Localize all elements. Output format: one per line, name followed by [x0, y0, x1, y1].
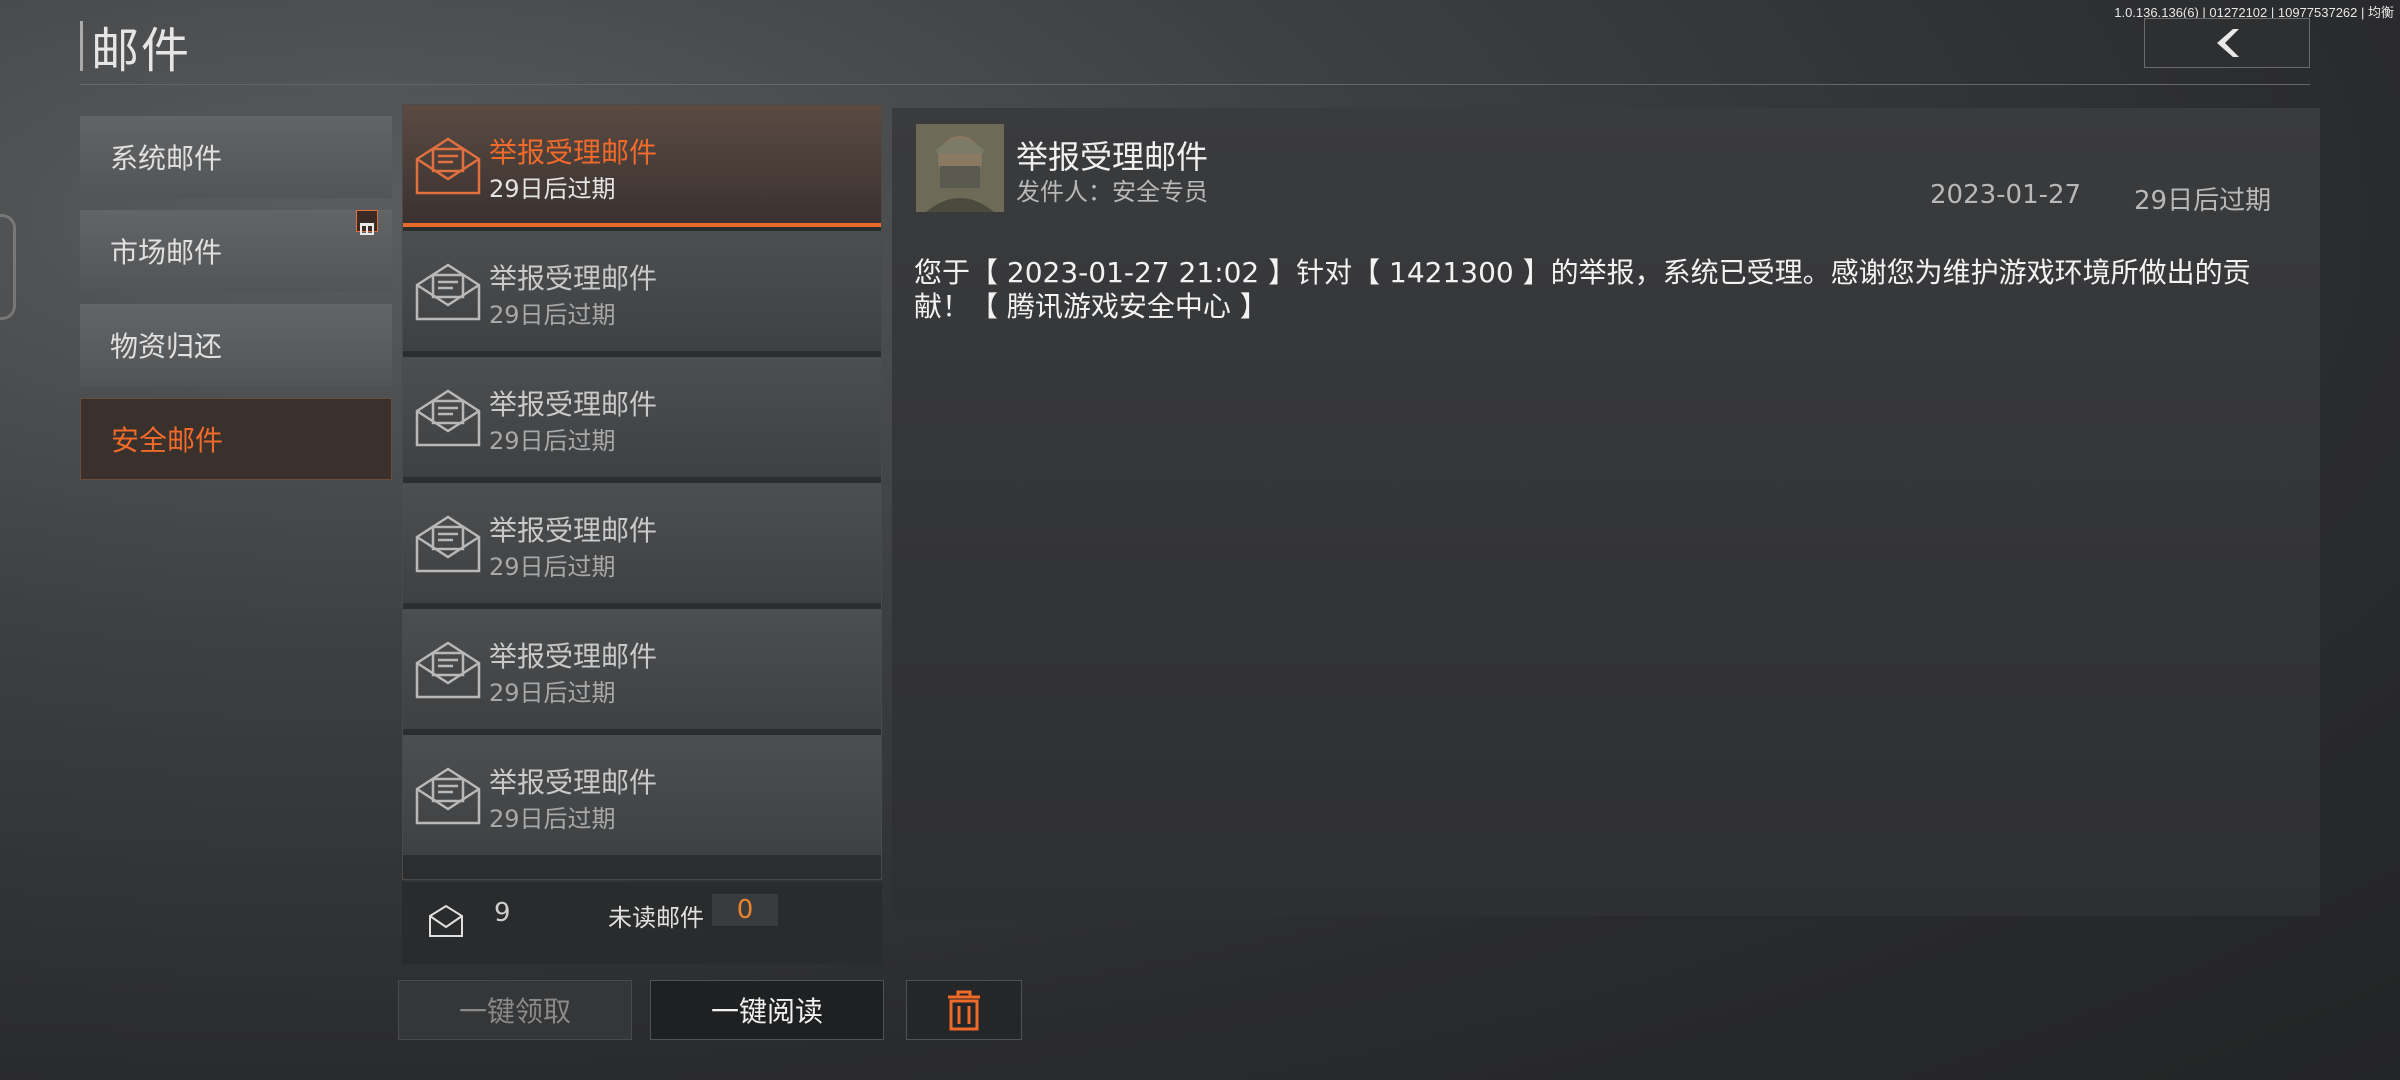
category-supply-return[interactable]: 物资归还	[80, 304, 392, 386]
mail-item[interactable]: 举报受理邮件 29日后过期	[403, 105, 881, 227]
back-button[interactable]	[2144, 18, 2310, 68]
envelope-icon	[415, 515, 481, 573]
envelope-icon	[415, 767, 481, 825]
back-arrow-icon	[2217, 29, 2239, 57]
detail-body: 您于【 2023-01-27 21:02 】针对【 1421300 】的举报，系…	[914, 256, 2251, 323]
mail-count-icon	[429, 904, 463, 937]
mail-list-footer: 9 未读邮件 0	[402, 882, 882, 964]
mail-title: 举报受理邮件	[489, 136, 658, 169]
trash-icon	[948, 990, 980, 1031]
header-divider	[80, 84, 2310, 85]
category-security-mail[interactable]: 安全邮件	[80, 398, 392, 480]
category-label: 安全邮件	[111, 424, 224, 457]
category-label: 市场邮件	[110, 236, 223, 269]
detail-expiry: 29日后过期	[2134, 186, 2272, 216]
mail-item[interactable]: 举报受理邮件 29日后过期	[403, 231, 881, 353]
claim-all-button[interactable]: 一键领取	[398, 980, 632, 1040]
page-title: 邮件	[91, 23, 192, 79]
category-system-mail[interactable]: 系统邮件	[80, 116, 392, 198]
mail-expiry: 29日后过期	[489, 679, 616, 707]
category-market-mail[interactable]: 市场邮件	[80, 210, 392, 292]
sender-name: 安全专员	[1112, 178, 1208, 206]
read-all-button[interactable]: 一键阅读	[650, 980, 884, 1040]
sender-avatar	[916, 124, 1004, 212]
envelope-icon	[415, 263, 481, 321]
delete-button[interactable]	[906, 980, 1022, 1040]
mail-item[interactable]: 举报受理邮件 29日后过期	[403, 609, 881, 731]
side-drawer-handle[interactable]	[0, 214, 16, 320]
gift-badge-icon	[356, 210, 378, 235]
mail-title: 举报受理邮件	[489, 262, 658, 295]
mail-title: 举报受理邮件	[489, 766, 658, 799]
mail-item[interactable]: 举报受理邮件 29日后过期	[403, 357, 881, 479]
mail-title: 举报受理邮件	[489, 514, 658, 547]
unread-count: 0	[712, 894, 778, 926]
envelope-icon	[415, 641, 481, 699]
mail-item[interactable]: 举报受理邮件 29日后过期	[403, 483, 881, 605]
mail-count: 9	[494, 898, 511, 928]
mail-expiry: 29日后过期	[489, 553, 616, 581]
unread-label: 未读邮件	[608, 904, 704, 932]
page-header: 邮件	[80, 18, 191, 79]
mail-title: 举报受理邮件	[489, 388, 658, 421]
category-label: 物资归还	[110, 330, 223, 363]
envelope-icon	[415, 389, 481, 447]
mail-expiry: 29日后过期	[489, 301, 616, 329]
detail-date: 2023-01-27	[1930, 180, 2082, 210]
envelope-icon	[415, 137, 481, 195]
mail-expiry: 29日后过期	[489, 175, 616, 203]
mail-list[interactable]: 举报受理邮件 29日后过期 举报受理邮件 29日后过期 举报受理邮件 29日后过…	[402, 104, 882, 880]
sender-label: 发件人：	[1016, 178, 1112, 206]
mail-detail-panel	[892, 108, 2320, 916]
category-label: 系统邮件	[110, 142, 223, 175]
mail-item[interactable]: 举报受理邮件 29日后过期	[403, 735, 881, 857]
title-accent-bar	[80, 21, 83, 71]
mail-expiry: 29日后过期	[489, 427, 616, 455]
mail-title: 举报受理邮件	[489, 640, 658, 673]
mail-expiry: 29日后过期	[489, 805, 616, 833]
